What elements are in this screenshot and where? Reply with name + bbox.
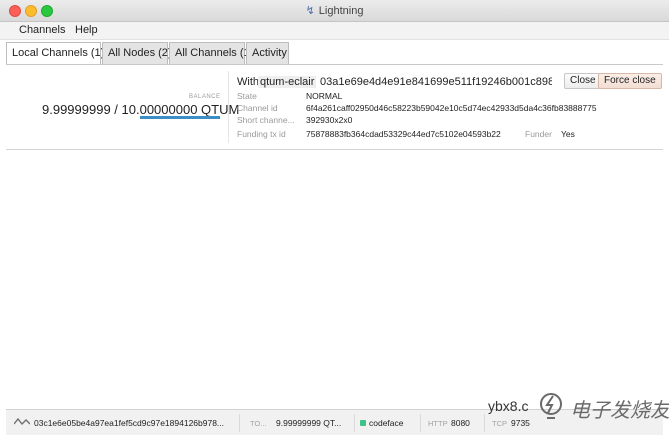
balance-label: BALANCE — [189, 94, 221, 100]
tab-strip: Local Channels (1) All Nodes (2) All Cha… — [6, 42, 663, 65]
short-channel-id-value: 392930x2x0 — [306, 115, 353, 125]
funding-tx-id-value: 75878883fb364cdad53329c44ed7c5102e04593b… — [306, 129, 501, 139]
window-title: ↯ Lightning — [0, 4, 669, 17]
menu-help[interactable]: Help — [75, 24, 98, 36]
funding-tx-id-label: Funding tx id — [237, 129, 286, 139]
status-separator — [484, 414, 485, 432]
short-channel-id-label: Short channe... — [237, 115, 295, 125]
http-port: 8080 — [451, 418, 470, 428]
close-channel-button[interactable]: Close — [564, 73, 602, 89]
panel-divider — [228, 71, 229, 143]
watermark: ybx8.c 电子发烧友 — [488, 390, 669, 430]
funder-value: Yes — [561, 129, 575, 139]
menu-bar: Channels Help — [0, 22, 669, 40]
lightning-bulb-icon — [540, 393, 562, 419]
window-titlebar: ↯ Lightning — [0, 0, 669, 22]
tab-all-nodes[interactable]: All Nodes (2) — [102, 42, 172, 64]
peer-node-id: 03a1e69e4d4e91e841699e511f19246b001c8981… — [320, 76, 552, 88]
tab-local-channels[interactable]: Local Channels (1) — [6, 42, 104, 65]
force-close-button[interactable]: Force close — [598, 73, 662, 89]
chain-status-icon — [360, 420, 366, 426]
with-label: With — [237, 76, 259, 88]
status-separator — [239, 414, 240, 432]
total-label: TO... — [250, 419, 267, 428]
channel-card: BALANCE 9.99999999 / 10.00000000 QTUM Wi… — [6, 64, 663, 150]
status-separator — [420, 414, 421, 432]
pulse-icon — [14, 417, 30, 426]
watermark-cn: 电子发烧友 — [570, 400, 669, 422]
funder-label: Funder — [525, 129, 552, 139]
menu-channels[interactable]: Channels — [19, 24, 65, 36]
node-alias-status: codeface — [369, 418, 404, 428]
window-title-text: Lightning — [318, 5, 364, 17]
total-balance-status: 9.99999999 QT... — [276, 418, 342, 428]
tab-all-channels[interactable]: All Channels (1) — [169, 42, 253, 64]
status-separator — [354, 414, 355, 432]
balance-progress-bar — [140, 116, 220, 119]
node-id-status[interactable]: 03c1e6e05be4a97ea1fef5cd9c97e1894126b978… — [34, 418, 232, 428]
balance-value: 9.99999999 / 10.00000000 QTUM — [42, 102, 240, 117]
tab-activity[interactable]: Activity — [246, 42, 289, 64]
peer-alias: qtum-eclair — [258, 76, 317, 88]
channel-id-label: Channel id — [237, 103, 278, 113]
state-label: State — [237, 91, 257, 101]
lightning-icon: ↯ — [305, 5, 315, 17]
channel-id-value: 6f4a261caff02950d46c58223b59042e10c5d74e… — [306, 103, 597, 113]
watermark-latin: ybx8.c — [488, 398, 529, 414]
http-label: HTTP — [428, 419, 448, 428]
state-value: NORMAL — [306, 91, 343, 101]
